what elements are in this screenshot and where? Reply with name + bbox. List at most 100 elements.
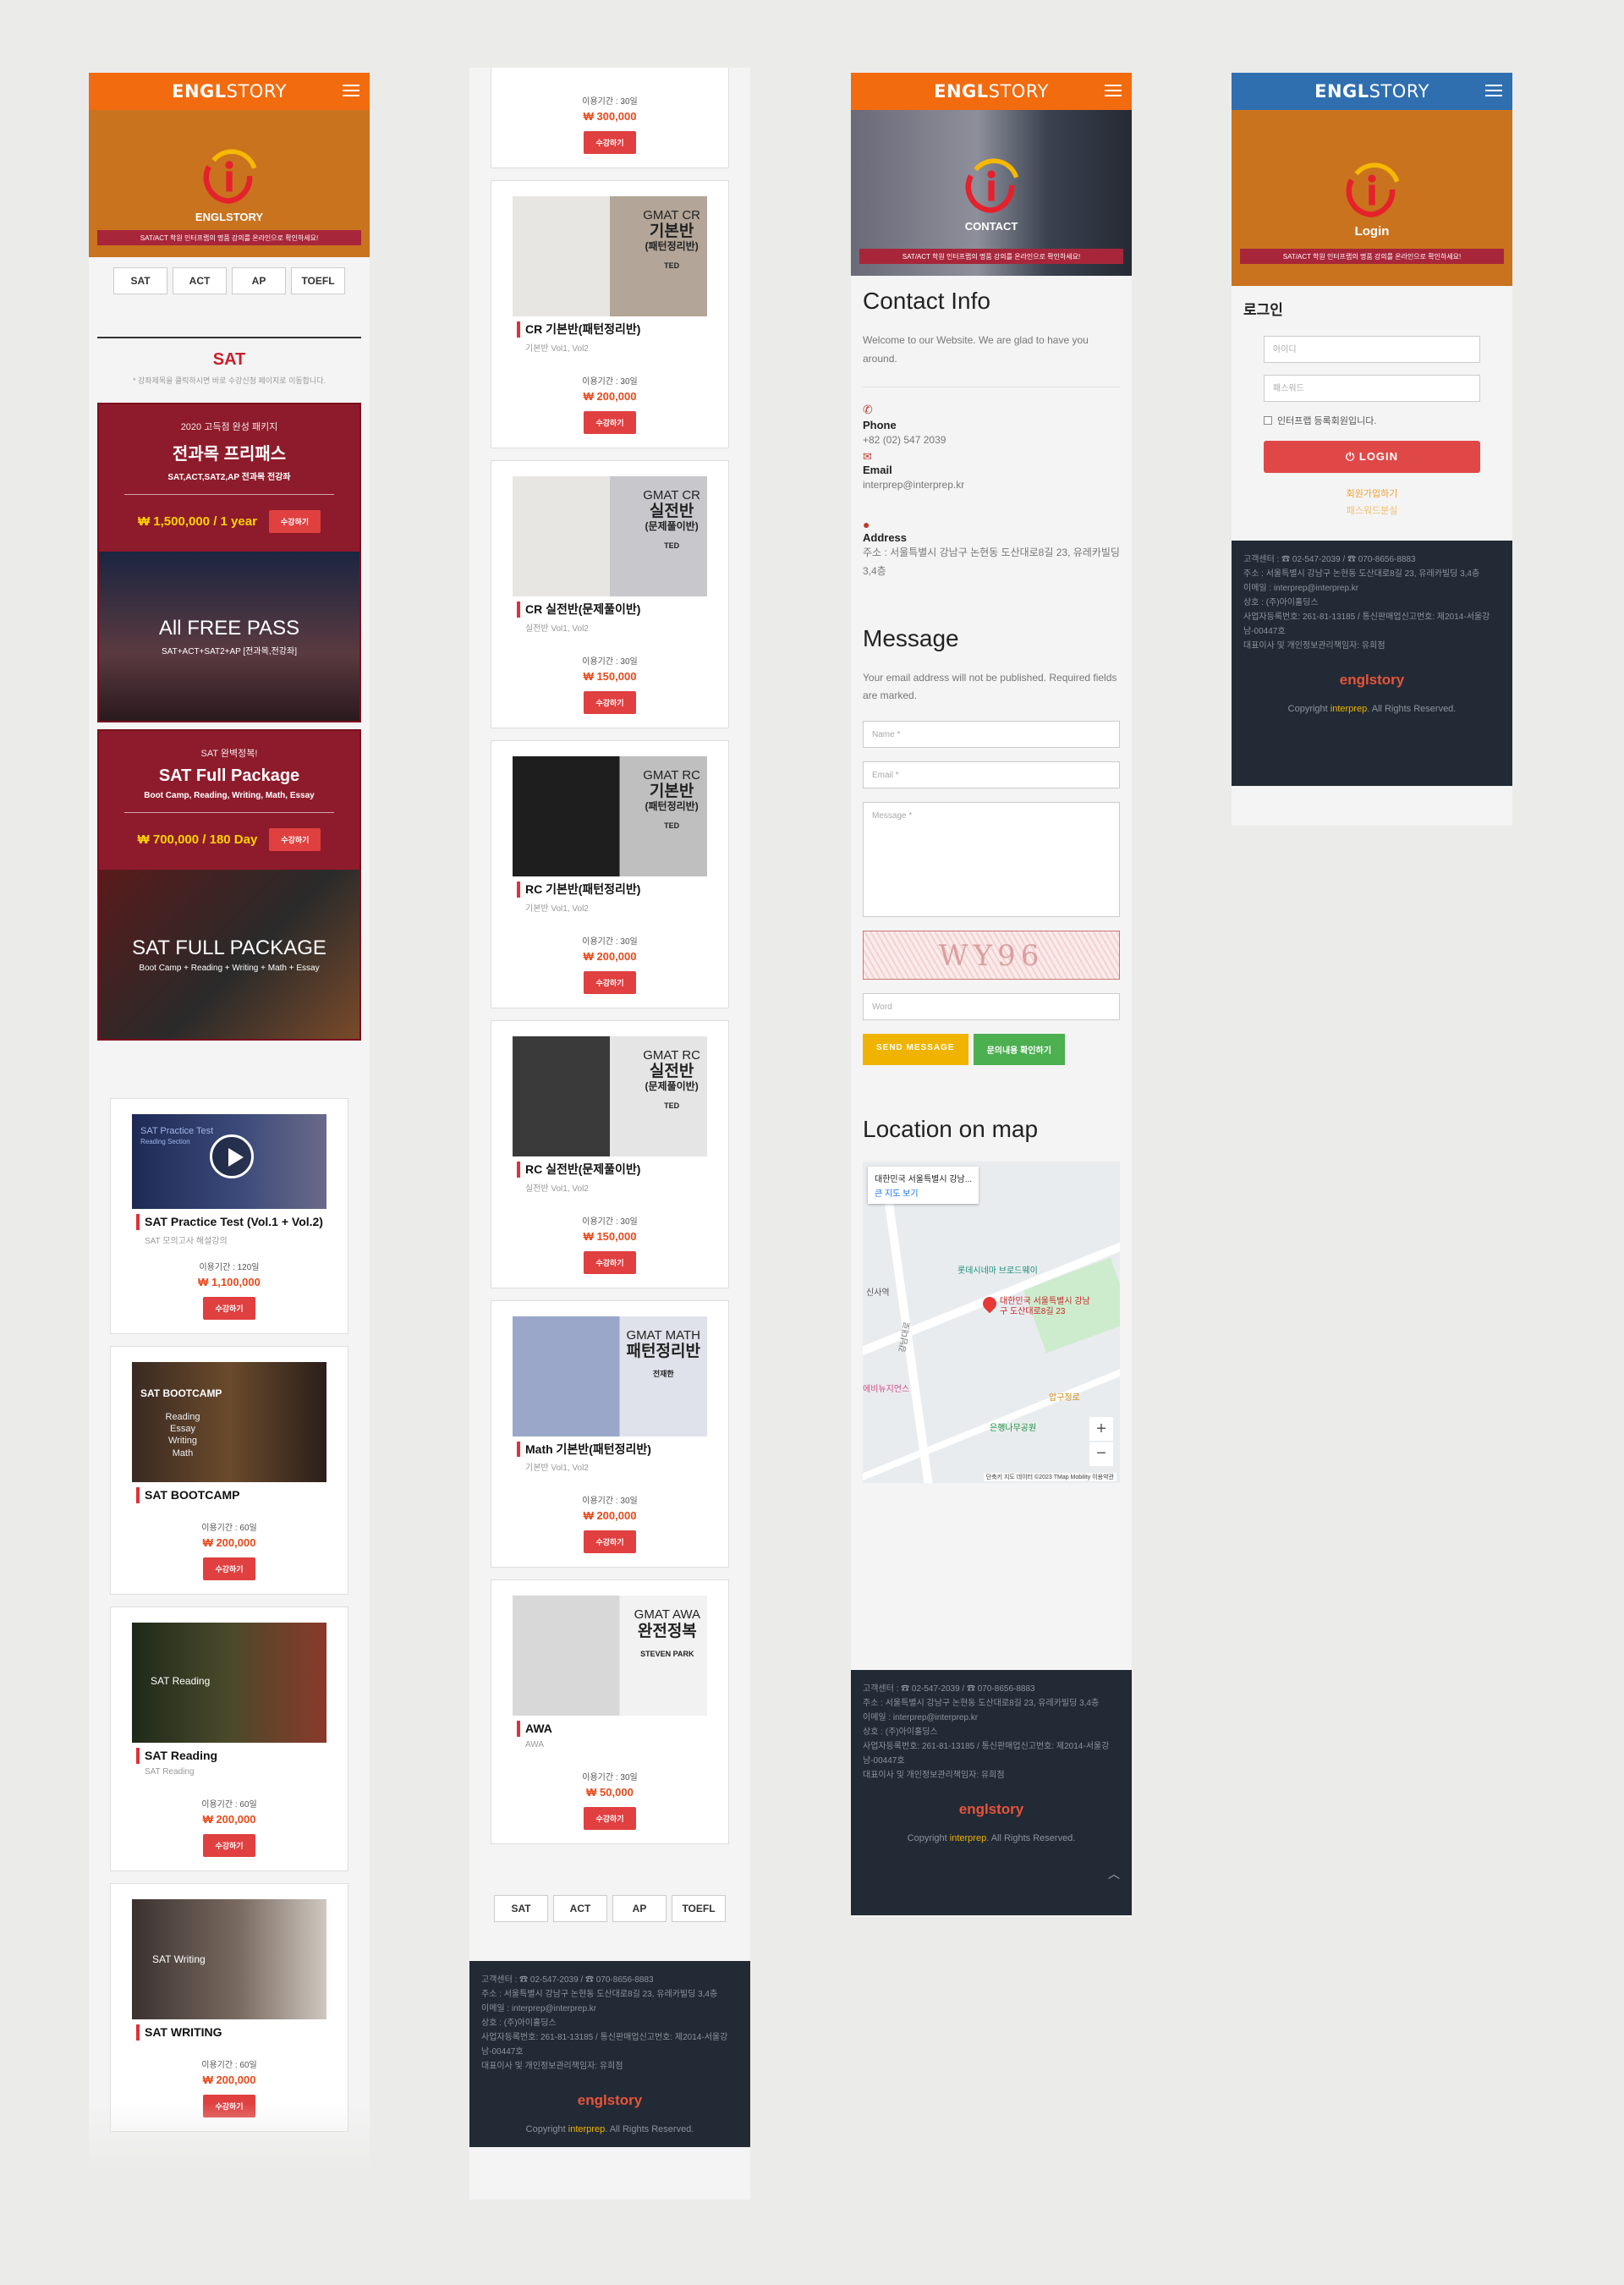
menu-icon[interactable]: [1105, 85, 1122, 96]
package-subtitle: Boot Camp, Reading, Writing, Math, Essay: [144, 791, 315, 800]
brand-bold: ENGL: [934, 81, 989, 102]
tab-toefl[interactable]: TOEFL: [291, 267, 345, 294]
login-button[interactable]: ⏻ LOGIN: [1264, 441, 1480, 473]
map[interactable]: 대한민국 서울특별시 강남... 큰 지도 보기 롯데시네마 브로드웨이 신사역…: [863, 1161, 1120, 1483]
enroll-button[interactable]: 수강하기: [203, 1557, 255, 1580]
phone-icon: ✆: [863, 403, 873, 417]
enroll-button[interactable]: 수강하기: [203, 1296, 255, 1320]
tab-ap[interactable]: AP: [612, 1895, 667, 1923]
course-title[interactable]: SAT BOOTCAMP: [136, 1486, 327, 1503]
course-title[interactable]: CR 기본반(패턴정리반): [517, 321, 708, 338]
thumb-line: TED: [664, 261, 680, 270]
course-thumbnail[interactable]: GMAT AWA 완전정복 STEVEN PARK: [513, 1596, 707, 1716]
map-pin-label: 대한민국 서울특별시 강남구 도산대로8길 23: [1000, 1296, 1090, 1316]
package-title[interactable]: SAT Full Package: [107, 766, 351, 786]
package-image[interactable]: All FREE PASS SAT+ACT+SAT2+AP [전과목,전강좌]: [99, 552, 359, 721]
footer-email: 이메일 : interprep@interprep.kr: [1243, 584, 1359, 593]
find-password-link[interactable]: 패스워드분실: [1264, 503, 1480, 517]
enroll-button[interactable]: 수강하기: [584, 1250, 636, 1274]
course-thumbnail[interactable]: GMAT MATH 패턴정리반 전재한: [513, 1316, 707, 1436]
enroll-button[interactable]: 수강하기: [269, 828, 321, 851]
course-title[interactable]: Math 기본반(패턴정리반): [517, 1441, 708, 1458]
course-title[interactable]: RC 기본반(패턴정리반): [517, 881, 708, 898]
tab-sat[interactable]: SAT: [113, 267, 167, 294]
send-message-button[interactable]: SEND MESSAGE: [863, 1033, 968, 1065]
tab-toefl[interactable]: TOEFL: [672, 1895, 726, 1923]
package-image[interactable]: SAT FULL PACKAGE Boot Camp + Reading + W…: [99, 870, 359, 1039]
course-title[interactable]: SAT Reading: [136, 1747, 327, 1764]
scroll-top-icon[interactable]: ︿: [1108, 1865, 1120, 1885]
larger-map-link[interactable]: 큰 지도 보기: [875, 1186, 972, 1199]
captcha-word-input[interactable]: Word: [863, 992, 1120, 1020]
enroll-button[interactable]: 수강하기: [584, 1807, 636, 1831]
enroll-button[interactable]: 수강하기: [584, 690, 636, 714]
zoom-in-icon[interactable]: +: [1089, 1416, 1113, 1441]
course-subtitle: 실전반 Vol1, Vol2: [525, 1184, 589, 1194]
email-input[interactable]: Email *: [863, 761, 1120, 788]
course-title[interactable]: SAT WRITING: [136, 2024, 327, 2041]
email-value[interactable]: interprep@interprep.kr: [863, 476, 1120, 495]
thumb-line: (패턴정리반): [645, 799, 699, 812]
fade-overlay: [89, 2103, 370, 2171]
thumb-line: (문제풀이반): [645, 519, 699, 532]
email-icon: ✉: [863, 449, 872, 463]
menu-icon[interactable]: [343, 85, 359, 96]
map-label: 에비뉴지언스: [863, 1384, 910, 1394]
enroll-button[interactable]: 수강하기: [268, 510, 321, 533]
copyright-pre: Copyright: [1287, 703, 1330, 714]
course-title[interactable]: AWA: [517, 1721, 708, 1738]
divider: [124, 494, 334, 495]
menu-icon[interactable]: [1485, 85, 1502, 96]
course-title[interactable]: CR 실전반(문제풀이반): [517, 601, 708, 618]
course-subtitle: SAT 모의고사 해설강의: [145, 1236, 228, 1246]
map-label: 신사역: [866, 1288, 890, 1298]
password-input[interactable]: 패스워드: [1264, 375, 1480, 402]
course-period: 이용기간 : 60일: [201, 1799, 257, 1810]
course-thumbnail[interactable]: SAT Practice Test Reading Section: [132, 1114, 326, 1209]
course-title[interactable]: RC 실전반(문제풀이반): [517, 1161, 708, 1178]
tab-act[interactable]: ACT: [553, 1895, 607, 1923]
course-thumbnail[interactable]: SAT Reading: [132, 1622, 326, 1743]
copyright-brand: interprep: [1330, 703, 1368, 714]
message-textarea[interactable]: Message *: [863, 801, 1120, 917]
course-thumbnail[interactable]: GMAT RC 실전반 (문제풀이반) TED: [513, 1035, 707, 1156]
course-thumbnail[interactable]: GMAT CR 실전반 (문제풀이반) TED: [513, 475, 707, 596]
enroll-button[interactable]: 수강하기: [584, 970, 636, 994]
tab-act[interactable]: ACT: [173, 267, 227, 294]
course-card: GMAT RC 기본반 (패턴정리반) TED RC 기본반(패턴정리반) 기본반 Vol…: [491, 739, 729, 1008]
course-price: ₩ 200,000: [202, 1812, 256, 1826]
power-icon: ⏻: [1345, 450, 1356, 463]
check-inquiry-button[interactable]: 문의내용 확인하기: [973, 1033, 1065, 1065]
username-input[interactable]: 아이디: [1264, 336, 1480, 363]
tab-ap[interactable]: AP: [232, 267, 286, 294]
course-period: 이용기간 : 60일: [201, 1523, 257, 1533]
map-label: 압구정로: [1049, 1392, 1080, 1403]
course-period: 이용기간 : 30일: [582, 1497, 638, 1507]
enroll-button[interactable]: 수강하기: [584, 410, 636, 434]
footer-contact: 고객센터 : ☎ 02-547-2039 / ☎ 070-8656-8883: [1243, 555, 1416, 564]
course-thumbnail[interactable]: SAT Writing: [132, 1898, 326, 2019]
play-icon[interactable]: [210, 1134, 254, 1178]
course-title[interactable]: SAT Practice Test (Vol.1 + Vol.2): [136, 1214, 327, 1230]
course-thumbnail[interactable]: GMAT CR 기본반 (패턴정리반) TED: [513, 196, 707, 316]
phone-label: Phone: [863, 419, 897, 432]
copyright-brand: interprep: [949, 1832, 987, 1843]
course-thumbnail[interactable]: SAT BOOTCAMP Reading Essay Writing Math: [132, 1361, 326, 1482]
member-checkbox[interactable]: [1264, 416, 1272, 425]
welcome-text: Welcome to our Website. We are glad to h…: [863, 334, 1089, 365]
course-period: 이용기간 : 30일: [582, 376, 638, 387]
signup-link[interactable]: 회원가입하기: [1264, 486, 1480, 500]
footer-registration: 사업자등록번호: 261-81-13185 / 통신판매업신고번호: 제2014…: [1243, 612, 1490, 636]
enroll-button[interactable]: 수강하기: [203, 1833, 255, 1857]
brand-bold: ENGL: [172, 81, 227, 102]
zoom-out-icon[interactable]: −: [1089, 1442, 1113, 1466]
site-footer: 고객센터 : ☎ 02-547-2039 / ☎ 070-8656-8883 주…: [851, 1670, 1132, 1915]
phone-sat-courses: ENGL STORY ENGLSTORY SAT/ACT 학원 인터프랩의 명품 …: [89, 73, 370, 2171]
course-thumbnail[interactable]: GMAT RC 기본반 (패턴정리반) TED: [513, 755, 707, 876]
tab-sat[interactable]: SAT: [494, 1895, 548, 1923]
name-input[interactable]: Name *: [863, 720, 1120, 748]
enroll-button[interactable]: 수강하기: [584, 1530, 636, 1554]
package-title[interactable]: 전과목 프리패스: [107, 440, 351, 464]
enroll-button[interactable]: 수강하기: [584, 131, 636, 154]
hero-banner: Login SAT/ACT 학원 인터프랩의 명품 강의를 온라인으로 확인하세…: [1232, 110, 1512, 286]
